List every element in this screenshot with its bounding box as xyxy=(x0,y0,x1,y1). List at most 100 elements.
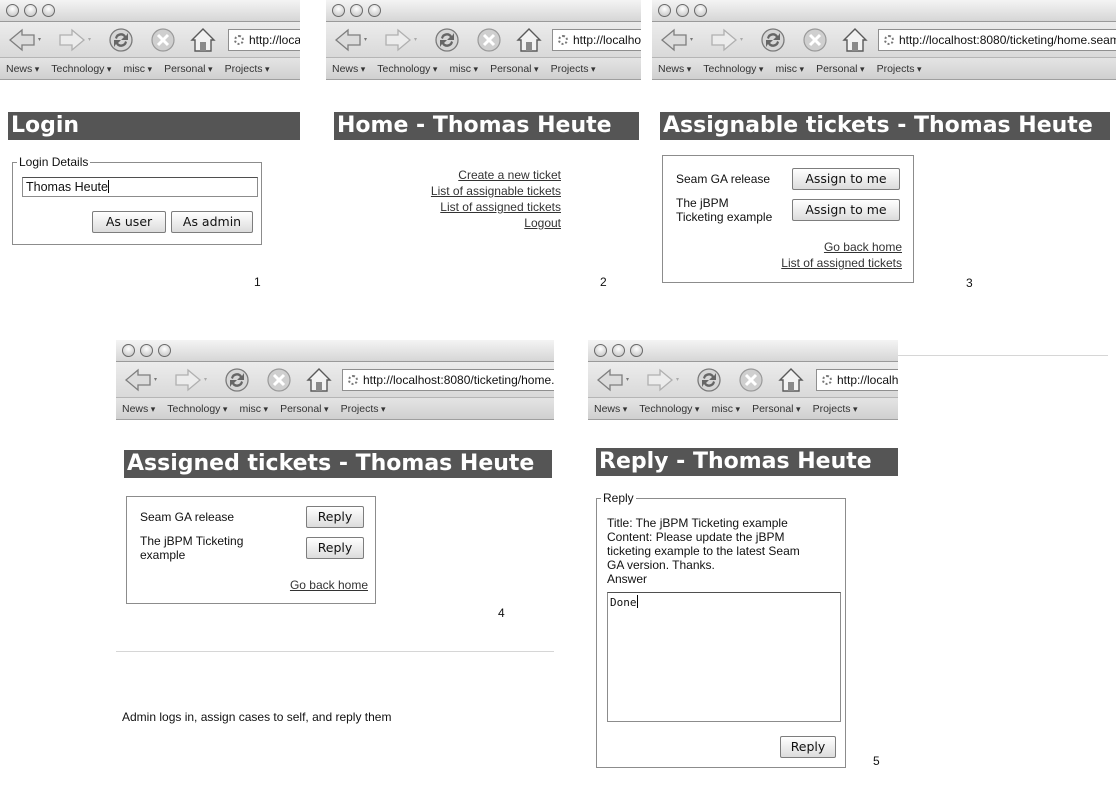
ticket-title: example xyxy=(140,548,186,562)
back-icon[interactable] xyxy=(332,26,372,54)
bookmark-technology[interactable]: Technology xyxy=(639,403,699,415)
title-bar xyxy=(116,340,554,362)
zoom-window-button[interactable] xyxy=(368,4,381,17)
url-input[interactable]: http://localhost:8080/ticketing/home.sea… xyxy=(878,29,1116,51)
bookmark-misc[interactable]: misc xyxy=(711,403,740,415)
forward-icon[interactable] xyxy=(54,26,94,54)
back-icon[interactable] xyxy=(594,366,634,394)
zoom-window-button[interactable] xyxy=(42,4,55,17)
answer-textarea[interactable]: Done xyxy=(607,592,841,722)
bookmark-projects[interactable]: Projects xyxy=(341,403,386,415)
divider xyxy=(116,651,554,652)
assignable-tickets-link[interactable]: List of assignable tickets xyxy=(431,184,561,198)
page-title: Assignable tickets - Thomas Heute xyxy=(660,112,1110,140)
navigation-toolbar: http://localhost:8080/ticketing/home.sea… xyxy=(326,22,641,58)
browser-window-login: http://localhost:8080/ticketing/home.sea… xyxy=(0,0,300,250)
close-window-button[interactable] xyxy=(658,4,671,17)
bookmark-technology[interactable]: Technology xyxy=(51,63,111,75)
reload-icon[interactable] xyxy=(432,26,462,54)
bookmark-news[interactable]: News xyxy=(658,63,691,75)
bookmark-misc[interactable]: misc xyxy=(449,63,478,75)
minimize-window-button[interactable] xyxy=(140,344,153,357)
close-window-button[interactable] xyxy=(122,344,135,357)
stop-icon[interactable] xyxy=(148,26,178,54)
reload-icon[interactable] xyxy=(758,26,788,54)
ticket-title: Seam GA release xyxy=(676,172,771,186)
home-icon[interactable] xyxy=(188,26,218,54)
as-user-button[interactable]: As user xyxy=(92,211,166,233)
loading-icon xyxy=(822,375,832,385)
bookmark-personal[interactable]: Personal xyxy=(280,403,328,415)
stop-icon[interactable] xyxy=(264,366,294,394)
stop-icon[interactable] xyxy=(736,366,766,394)
url-input[interactable]: http://localhost:8080/ticketing/home.sea… xyxy=(816,369,898,391)
zoom-window-button[interactable] xyxy=(630,344,643,357)
go-back-home-link[interactable]: Go back home xyxy=(824,240,902,254)
back-icon[interactable] xyxy=(6,26,46,54)
minimize-window-button[interactable] xyxy=(612,344,625,357)
back-icon[interactable] xyxy=(122,366,162,394)
url-input[interactable]: http://localhost:8080/ticketing/home.sea… xyxy=(552,29,641,51)
close-window-button[interactable] xyxy=(6,4,19,17)
assign-to-me-button[interactable]: Assign to me xyxy=(792,168,900,190)
close-window-button[interactable] xyxy=(594,344,607,357)
reload-icon[interactable] xyxy=(222,366,252,394)
go-back-home-link[interactable]: Go back home xyxy=(290,578,368,592)
forward-icon[interactable] xyxy=(380,26,420,54)
browser-window-reply: http://localhost:8080/ticketing/home.sea… xyxy=(588,340,898,770)
reload-icon[interactable] xyxy=(106,26,136,54)
forward-icon[interactable] xyxy=(642,366,682,394)
ticket-title: The jBPM Ticketing xyxy=(140,534,244,548)
step-number: 1 xyxy=(254,275,261,289)
divider xyxy=(898,355,1108,356)
logout-link[interactable]: Logout xyxy=(524,216,561,230)
reply-button[interactable]: Reply xyxy=(306,537,364,559)
forward-icon[interactable] xyxy=(706,26,746,54)
bookmark-personal[interactable]: Personal xyxy=(752,403,800,415)
assign-to-me-button[interactable]: Assign to me xyxy=(792,199,900,221)
bookmark-technology[interactable]: Technology xyxy=(703,63,763,75)
as-admin-button[interactable]: As admin xyxy=(171,211,253,233)
bookmark-misc[interactable]: misc xyxy=(239,403,268,415)
close-window-button[interactable] xyxy=(332,4,345,17)
bookmark-misc[interactable]: misc xyxy=(123,63,152,75)
bookmark-projects[interactable]: Projects xyxy=(877,63,922,75)
bookmark-projects[interactable]: Projects xyxy=(225,63,270,75)
bookmark-personal[interactable]: Personal xyxy=(164,63,212,75)
minimize-window-button[interactable] xyxy=(24,4,37,17)
home-icon[interactable] xyxy=(514,26,544,54)
url-input[interactable]: http://localhost:8080/ticketing/home.sea… xyxy=(342,369,554,391)
bookmark-news[interactable]: News xyxy=(6,63,39,75)
minimize-window-button[interactable] xyxy=(350,4,363,17)
assigned-tickets-link[interactable]: List of assigned tickets xyxy=(781,256,902,270)
reply-submit-button[interactable]: Reply xyxy=(780,736,836,758)
username-field[interactable]: Thomas Heute xyxy=(22,177,258,197)
home-icon[interactable] xyxy=(776,366,806,394)
stop-icon[interactable] xyxy=(474,26,504,54)
zoom-window-button[interactable] xyxy=(158,344,171,357)
home-icon[interactable] xyxy=(304,366,334,394)
reload-icon[interactable] xyxy=(694,366,724,394)
bookmark-news[interactable]: News xyxy=(594,403,627,415)
back-icon[interactable] xyxy=(658,26,698,54)
bookmark-technology[interactable]: Technology xyxy=(167,403,227,415)
url-input[interactable]: http://localhost:8080/ticketing/home.sea… xyxy=(228,29,300,51)
title-bar xyxy=(0,0,300,22)
bookmark-projects[interactable]: Projects xyxy=(551,63,596,75)
stop-icon[interactable] xyxy=(800,26,830,54)
bookmark-news[interactable]: News xyxy=(332,63,365,75)
bookmark-personal[interactable]: Personal xyxy=(816,63,864,75)
bookmark-technology[interactable]: Technology xyxy=(377,63,437,75)
bookmark-news[interactable]: News xyxy=(122,403,155,415)
bookmark-misc[interactable]: misc xyxy=(775,63,804,75)
bookmark-projects[interactable]: Projects xyxy=(813,403,858,415)
home-icon[interactable] xyxy=(840,26,870,54)
page-title: Reply - Thomas Heute xyxy=(596,448,898,476)
assigned-tickets-link[interactable]: List of assigned tickets xyxy=(440,200,561,214)
create-ticket-link[interactable]: Create a new ticket xyxy=(458,168,561,182)
reply-button[interactable]: Reply xyxy=(306,506,364,528)
minimize-window-button[interactable] xyxy=(676,4,689,17)
forward-icon[interactable] xyxy=(170,366,210,394)
bookmark-personal[interactable]: Personal xyxy=(490,63,538,75)
zoom-window-button[interactable] xyxy=(694,4,707,17)
